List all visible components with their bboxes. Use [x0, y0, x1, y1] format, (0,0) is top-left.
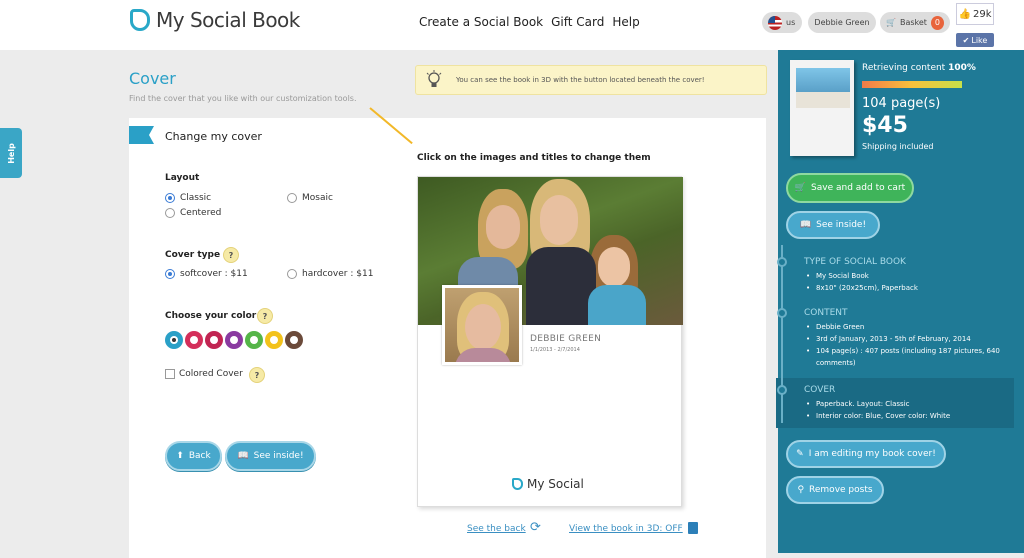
logo-icon — [512, 478, 523, 490]
section-cover-items: Paperback. Layout: Classic Interior colo… — [806, 398, 1021, 422]
remove-posts-button[interactable]: ⚲ Remove posts — [786, 476, 884, 504]
timeline-dot — [777, 257, 787, 267]
view-3d-link[interactable]: View the book in 3D: OFF — [569, 524, 683, 534]
section-content-items: Debbie Green 3rd of January, 2013 - 5th … — [806, 321, 1021, 369]
save-add-cart-button[interactable]: 🛒 Save and add to cart — [786, 173, 914, 203]
color-swatches — [165, 331, 303, 349]
page-count: 104 page(s) — [862, 96, 941, 111]
logo-icon — [130, 9, 150, 31]
section-type: TYPE OF SOCIAL BOOK — [804, 257, 906, 267]
search-icon: ⚲ — [797, 485, 805, 495]
layout-label: Layout — [165, 173, 200, 183]
check-icon: ✔ — [962, 35, 970, 45]
retrieving-status: Retrieving content 100% — [862, 63, 976, 73]
radio-icon — [165, 193, 175, 203]
main-nav: Create a Social Book Gift Card Help — [419, 15, 640, 29]
radio-icon — [287, 193, 297, 203]
radio-icon — [287, 269, 297, 279]
price: $45 — [862, 113, 908, 138]
color-swatch[interactable] — [225, 331, 243, 349]
colored-cover-help[interactable]: ? — [249, 367, 265, 383]
cover-name[interactable]: DEBBIE GREEN — [530, 334, 601, 344]
color-swatch[interactable] — [245, 331, 263, 349]
hint-box: You can see the book in 3D with the butt… — [415, 65, 767, 95]
checkbox-icon — [165, 369, 175, 379]
book-icon: 📖 — [799, 220, 812, 230]
like-button[interactable]: ✔ Like — [956, 33, 994, 47]
editor-heading: Change my cover — [165, 130, 262, 143]
layout-classic[interactable]: Classic — [165, 193, 211, 203]
us-flag-icon — [768, 15, 782, 30]
section-cover: COVER — [804, 385, 836, 395]
layout-mosaic[interactable]: Mosaic — [287, 193, 333, 203]
book-3d-icon[interactable] — [688, 522, 698, 534]
page-title: Cover — [129, 69, 176, 88]
thumbs-up-icon: 👍 — [958, 8, 971, 20]
color-swatch[interactable] — [285, 331, 303, 349]
timeline-dot — [777, 385, 787, 395]
progress-bar — [862, 81, 962, 88]
user-menu[interactable]: Debbie Green — [808, 12, 876, 33]
edit-icon: ✎ — [796, 449, 804, 459]
book-brand: My Social — [512, 477, 584, 491]
back-button[interactable]: ⬆ Back — [165, 441, 222, 471]
cover-hardcover[interactable]: hardcover : $11 — [287, 269, 373, 279]
color-swatch[interactable] — [165, 331, 183, 349]
cover-type-label: Cover type — [165, 250, 221, 260]
nav-gift-card[interactable]: Gift Card — [551, 15, 604, 29]
book-icon: 📖 — [237, 451, 249, 461]
section-content: CONTENT — [804, 308, 848, 318]
layout-centered[interactable]: Centered — [165, 208, 221, 218]
color-swatch[interactable] — [265, 331, 283, 349]
color-swatch[interactable] — [185, 331, 203, 349]
help-tab[interactable]: Help — [0, 128, 22, 178]
radio-icon — [165, 269, 175, 279]
lightbulb-icon — [426, 70, 442, 87]
page-subtitle: Find the cover that you like with our cu… — [129, 94, 357, 103]
see-inside-button[interactable]: 📖 See inside! — [225, 441, 316, 471]
cart-icon: 🛒 — [886, 18, 896, 27]
like-count: 👍 29k — [956, 3, 994, 25]
logo[interactable]: My Social Book — [130, 8, 300, 32]
nav-create[interactable]: Create a Social Book — [419, 15, 543, 29]
basket-count: 0 — [930, 15, 944, 30]
radio-icon — [165, 208, 175, 218]
book-thumbnail — [790, 60, 854, 156]
cover-softcover[interactable]: softcover : $11 — [165, 269, 248, 279]
facebook-like: 👍 29k ✔ Like — [956, 3, 994, 47]
nav-help[interactable]: Help — [612, 15, 639, 29]
arrow-up-icon: ⬆ — [176, 451, 184, 461]
colored-cover-checkbox[interactable]: Colored Cover — [165, 369, 243, 379]
timeline — [781, 245, 783, 423]
summary-see-inside-button[interactable]: 📖 See inside! — [786, 211, 880, 239]
preview-instruction: Click on the images and titles to change… — [417, 153, 651, 163]
shipping-note: Shipping included — [862, 142, 934, 151]
cart-icon: 🛒 — [794, 183, 807, 193]
editing-cover-button[interactable]: ✎ I am editing my book cover! — [786, 440, 946, 468]
see-back-link[interactable]: See the back — [467, 524, 526, 534]
color-swatch[interactable] — [205, 331, 223, 349]
top-bar: My Social Book Create a Social Book Gift… — [0, 0, 1024, 50]
color-help[interactable]: ? — [257, 308, 273, 324]
basket-button[interactable]: 🛒 Basket 0 — [880, 12, 950, 33]
cover-type-help[interactable]: ? — [223, 247, 239, 263]
rotate-icon[interactable]: ⟳ — [530, 520, 541, 535]
timeline-dot — [777, 308, 787, 318]
profile-photo[interactable] — [442, 285, 522, 365]
color-label: Choose your color — [165, 311, 257, 321]
cover-dates[interactable]: 1/1/2013 - 2/7/2014 — [530, 347, 580, 353]
section-type-items: My Social Book 8x10" (20x25cm), Paperbac… — [806, 270, 1021, 294]
language-selector[interactable]: us — [762, 12, 802, 33]
